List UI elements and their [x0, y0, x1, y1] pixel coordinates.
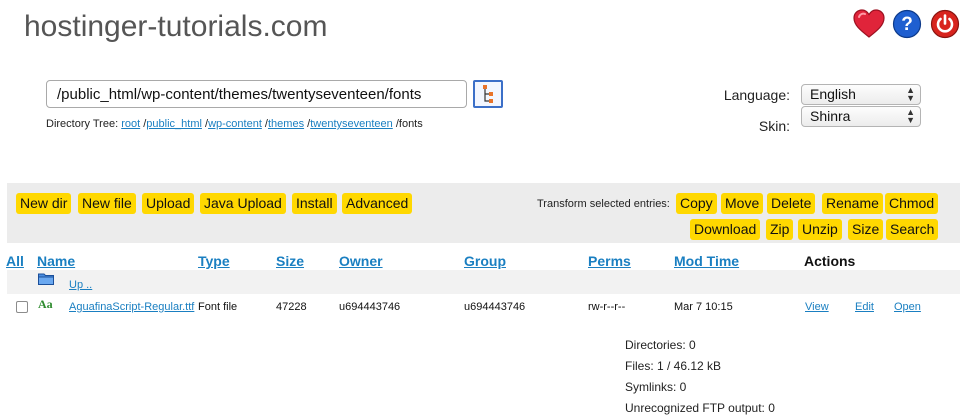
download-button[interactable]: Download [690, 219, 761, 240]
sort-size-link[interactable]: Size [276, 253, 304, 269]
file-mod-time: Mar 7 10:15 [674, 301, 733, 313]
file-group: u694443746 [464, 301, 526, 313]
directory-tree-breadcrumb: Directory Tree: root /public_html /wp-co… [46, 118, 423, 130]
up-directory-link[interactable]: Up .. [69, 279, 92, 291]
stat-directories: Directories: 0 [625, 338, 696, 352]
sort-perms-link[interactable]: Perms [588, 253, 631, 269]
zip-button[interactable]: Zip [766, 219, 794, 240]
sort-group-link[interactable]: Group [464, 253, 506, 269]
new-file-button[interactable]: New file [78, 193, 136, 214]
transform-label: Transform selected entries: [537, 198, 670, 210]
language-value: English [810, 86, 856, 102]
size-button[interactable]: Size [848, 219, 884, 240]
directory-tree-label: Directory Tree: [46, 118, 119, 130]
skin-value: Shinra [810, 108, 851, 124]
sort-mod-time-link[interactable]: Mod Time [674, 253, 739, 269]
upload-button[interactable]: Upload [142, 193, 195, 214]
svg-text:?: ? [901, 14, 913, 35]
skin-label: Skin: [758, 118, 790, 134]
edit-link[interactable]: Edit [855, 301, 874, 313]
tree-link-themes[interactable]: themes [268, 118, 304, 130]
view-link[interactable]: View [805, 301, 829, 313]
skin-select[interactable]: Shinra ▲ ▼ [801, 106, 921, 127]
actions-header: Actions [804, 253, 856, 269]
file-perms: rw-r--r-- [588, 301, 626, 313]
stat-unrecognized: Unrecognized FTP output: 0 [625, 401, 775, 415]
row-checkbox[interactable] [16, 301, 28, 313]
open-link[interactable]: Open [894, 301, 921, 313]
stat-symlinks: Symlinks: 0 [625, 380, 687, 394]
language-select[interactable]: English ▲ ▼ [801, 84, 921, 105]
tree-link-public-html[interactable]: public_html [146, 118, 202, 130]
site-title: hostinger-tutorials.com [24, 10, 328, 43]
tree-link-twentyseventeen[interactable]: twentyseventeen [310, 118, 393, 130]
directory-tree-button[interactable] [473, 80, 503, 108]
select-arrows-icon: ▲ ▼ [906, 107, 915, 125]
new-dir-button[interactable]: New dir [16, 193, 72, 214]
sort-owner-link[interactable]: Owner [339, 253, 383, 269]
up-directory-row [7, 270, 960, 294]
tree-icon [483, 85, 493, 103]
language-label: Language: [723, 87, 790, 103]
tree-link-wp-content[interactable]: wp-content [208, 118, 262, 130]
help-icon[interactable]: ? [892, 9, 922, 39]
sort-name-link[interactable]: Name [37, 253, 75, 269]
file-name-link[interactable]: AguafinaScript-Regular.ttf [69, 301, 194, 313]
file-type: Font file [198, 301, 238, 313]
rename-button[interactable]: Rename [822, 193, 883, 214]
move-button[interactable]: Move [721, 193, 764, 214]
advanced-button[interactable]: Advanced [342, 193, 413, 214]
power-icon[interactable] [930, 9, 960, 39]
tree-current-folder: fonts [398, 118, 423, 130]
folder-icon[interactable] [38, 272, 54, 290]
select-arrows-icon: ▲ ▼ [906, 85, 915, 103]
directory-stats: Directories: 0 Files: 1 / 46.12 kB Symli… [625, 335, 775, 419]
delete-button[interactable]: Delete [767, 193, 816, 214]
file-size: 47228 [276, 301, 307, 313]
chmod-button[interactable]: Chmod [885, 193, 939, 214]
file-owner: u694443746 [339, 301, 401, 313]
search-button[interactable]: Search [886, 219, 939, 240]
unzip-button[interactable]: Unzip [798, 219, 842, 240]
copy-button[interactable]: Copy [676, 193, 717, 214]
tree-link-root[interactable]: root [121, 118, 140, 130]
font-file-icon: Aa [38, 297, 53, 311]
sort-type-link[interactable]: Type [198, 253, 230, 269]
install-button[interactable]: Install [292, 193, 337, 214]
heart-icon[interactable] [852, 9, 885, 39]
java-upload-button[interactable]: Java Upload [200, 193, 286, 214]
stat-files: Files: 1 / 46.12 kB [625, 359, 722, 373]
select-all-link[interactable]: All [6, 253, 24, 269]
directory-path-input[interactable] [46, 80, 467, 108]
